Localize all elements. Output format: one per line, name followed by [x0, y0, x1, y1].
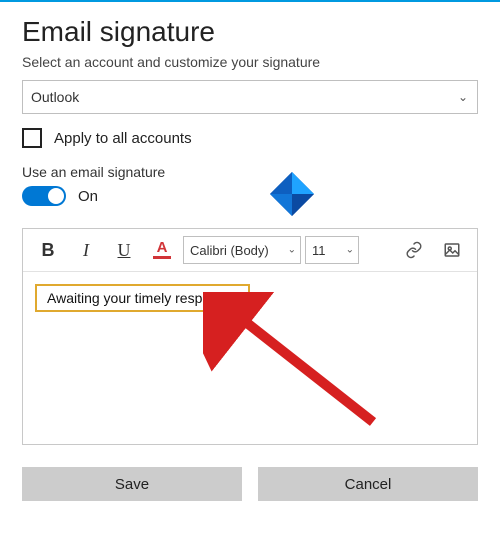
image-icon	[443, 241, 461, 259]
font-family-wrap: Calibri (Body) ⌄	[183, 236, 301, 264]
text-cursor-icon	[237, 292, 238, 306]
page-title: Email signature	[22, 16, 478, 48]
font-size-wrap: 11 ⌄	[305, 236, 359, 264]
use-signature-toggle[interactable]	[22, 186, 66, 206]
link-button[interactable]	[397, 235, 431, 265]
font-color-button[interactable]: A	[145, 235, 179, 265]
use-signature-state: On	[78, 188, 98, 205]
font-family-select[interactable]: Calibri (Body)	[183, 236, 301, 264]
subtitle: Select an account and customize your sig…	[22, 54, 478, 70]
windows-logo-icon	[270, 172, 314, 216]
underline-button[interactable]: U	[107, 235, 141, 265]
font-color-bar-icon	[153, 256, 171, 259]
link-icon	[405, 241, 423, 259]
apply-all-row: Apply to all accounts	[22, 128, 478, 148]
save-button[interactable]: Save	[22, 467, 242, 501]
account-select-wrap: Outlook ⌄	[22, 80, 478, 114]
font-size-select[interactable]: 11	[305, 236, 359, 264]
account-select[interactable]: Outlook	[22, 80, 478, 114]
editor-body[interactable]: Awaiting your timely response!	[23, 272, 477, 444]
bold-button[interactable]: B	[31, 235, 65, 265]
apply-all-checkbox[interactable]	[22, 128, 42, 148]
use-signature-row: On	[22, 186, 478, 206]
image-button[interactable]	[435, 235, 469, 265]
signature-text: Awaiting your timely response!	[47, 290, 237, 306]
apply-all-label: Apply to all accounts	[54, 130, 192, 147]
signature-text-selection[interactable]: Awaiting your timely response!	[35, 284, 250, 312]
signature-editor: B I U A Calibri (Body) ⌄ 11 ⌄	[22, 228, 478, 445]
font-color-a-icon: A	[157, 241, 168, 255]
use-signature-label: Use an email signature	[22, 164, 478, 180]
cancel-button[interactable]: Cancel	[258, 467, 478, 501]
italic-button[interactable]: I	[69, 235, 103, 265]
button-row: Save Cancel	[22, 467, 478, 501]
editor-toolbar: B I U A Calibri (Body) ⌄ 11 ⌄	[23, 229, 477, 272]
annotation-arrow-icon	[203, 292, 403, 442]
